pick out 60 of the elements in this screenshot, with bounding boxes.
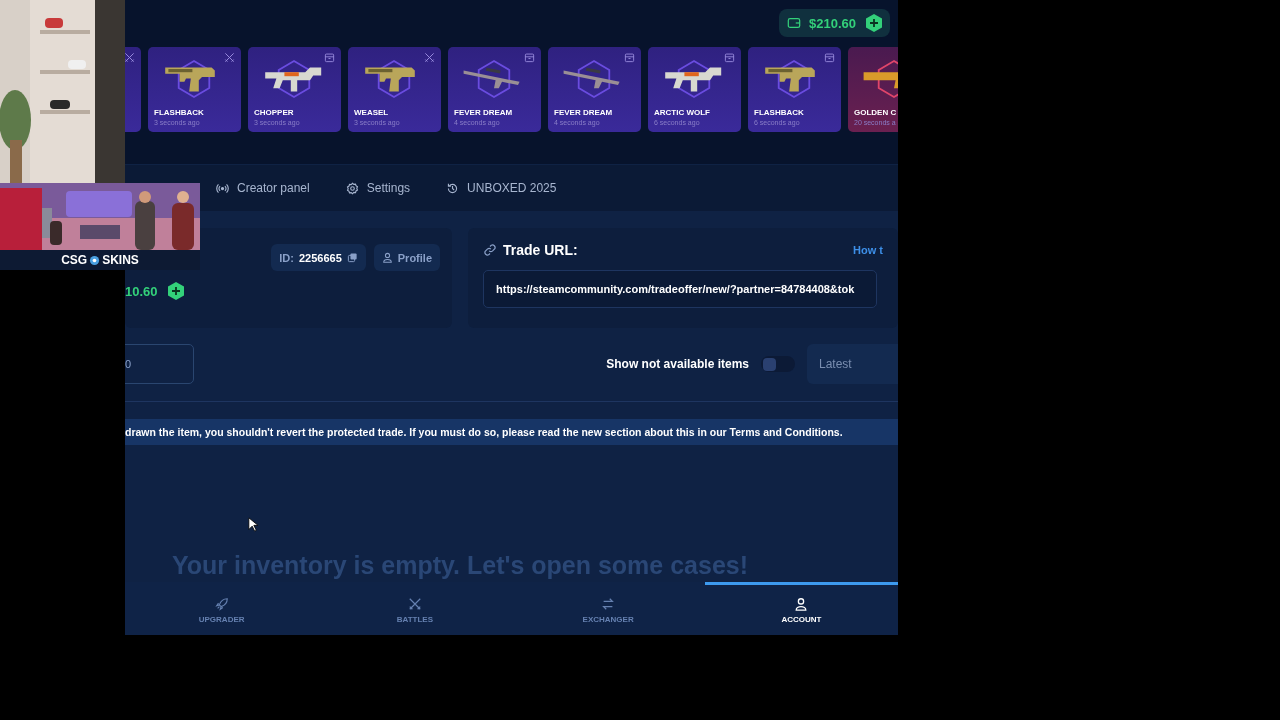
copy-icon[interactable] xyxy=(346,252,358,263)
account-nav-link[interactable]: Settings xyxy=(345,181,411,195)
settings-icon xyxy=(345,181,359,195)
item-name: CHOPPER xyxy=(254,108,295,117)
swords-icon xyxy=(224,52,235,63)
logo-text: CSG xyxy=(61,253,88,267)
bottom-nav-tab[interactable]: EXCHANGER xyxy=(511,582,705,635)
case-icon xyxy=(724,52,735,63)
person-icon xyxy=(381,252,393,263)
hexagon-icon xyxy=(776,59,812,99)
bottom-nav-tab[interactable]: BATTLES xyxy=(318,582,512,635)
availability-toggle[interactable] xyxy=(761,356,795,372)
case-icon xyxy=(324,52,335,63)
wallet-icon xyxy=(787,16,801,30)
broadcast-icon xyxy=(216,181,229,195)
user-id-badge[interactable]: ID: 2256665 xyxy=(271,244,366,271)
add-funds-button[interactable] xyxy=(165,281,186,301)
swords-icon xyxy=(125,52,135,63)
item-name: GOLDEN C xyxy=(854,108,898,117)
hexagon-icon xyxy=(576,59,612,99)
case-icon xyxy=(624,52,635,63)
cursor-icon xyxy=(248,517,258,532)
bottom-nav-tab[interactable]: UPGRADER xyxy=(125,582,319,635)
item-name: FLASHBACK xyxy=(154,108,205,117)
balance-display[interactable]: $210.60 xyxy=(779,9,890,37)
person-icon xyxy=(794,596,809,611)
rocket-icon xyxy=(214,596,229,611)
trade-url-title: Trade URL: xyxy=(503,242,578,258)
hexagon-icon xyxy=(476,59,512,99)
logo-text: SKINS xyxy=(102,253,139,267)
link-icon xyxy=(483,243,497,257)
search-field[interactable]: 0 xyxy=(125,344,194,384)
user-id: 2256665 xyxy=(298,251,342,264)
item-name: ARCTIC WOLF xyxy=(654,108,711,117)
add-funds-button[interactable] xyxy=(864,13,884,33)
toggle-label: Show not available items xyxy=(606,357,749,371)
bottom-nav-tab[interactable]: ACCOUNT xyxy=(704,582,898,635)
sort-dropdown[interactable]: Latest xyxy=(807,344,898,384)
notice-text: drawn the item, you shouldn't revert the protected trade. If you must do so, please read the new section about this in our Terms and Conditions. xyxy=(125,419,898,445)
logo-icon xyxy=(89,254,101,266)
swords-icon xyxy=(407,596,422,611)
exchange-icon xyxy=(601,596,616,611)
item-name: WEASEL xyxy=(354,108,390,117)
case-icon xyxy=(824,52,835,63)
item-name: FEVER DREAM xyxy=(454,108,514,117)
account-nav-link[interactable]: UNBOXED 2025 xyxy=(446,181,557,195)
id-label: ID: xyxy=(279,251,294,264)
balance-amount: 10.60 xyxy=(125,283,158,299)
history-icon xyxy=(446,181,460,195)
help-link[interactable]: How t xyxy=(853,244,883,256)
profile-button[interactable]: Profile xyxy=(373,244,440,271)
swords-icon xyxy=(424,52,435,63)
item-name: FLASHBACK xyxy=(754,108,805,117)
trade-url-field[interactable]: https://steamcommunity.com/tradeoffer/new/?partner=84784408&tok xyxy=(483,270,877,308)
hexagon-icon xyxy=(176,59,212,99)
item-name: FEVER DREAM xyxy=(554,108,614,117)
balance-amount: $210.60 xyxy=(809,15,856,31)
account-nav-link[interactable]: Creator panel xyxy=(216,181,310,195)
hexagon-icon xyxy=(376,59,412,99)
case-icon xyxy=(524,52,535,63)
